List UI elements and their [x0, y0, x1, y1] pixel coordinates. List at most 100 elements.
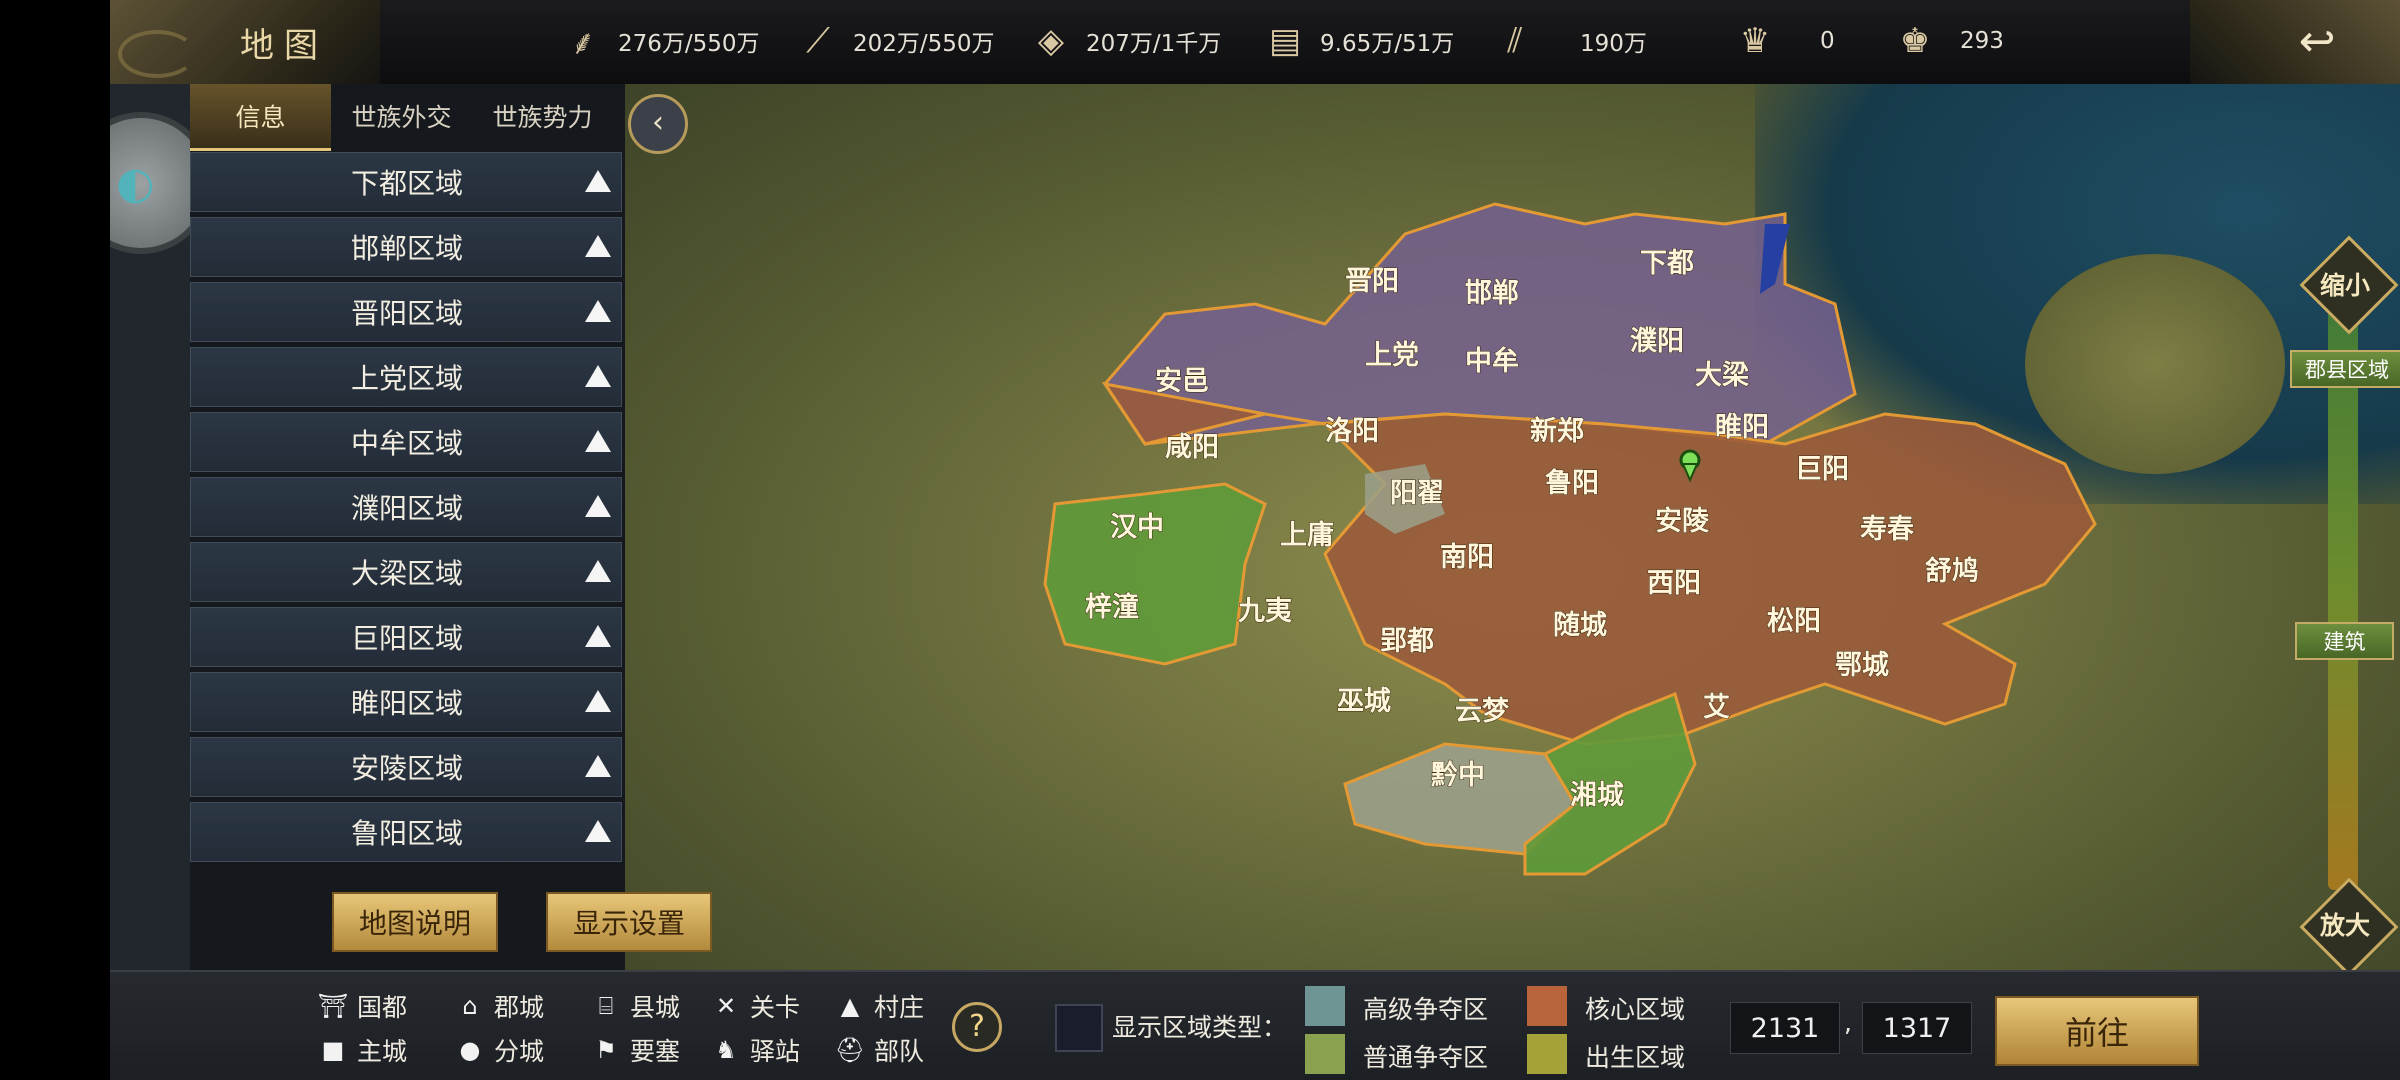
city-label[interactable]: 咸阳: [1165, 432, 1220, 464]
city-label[interactable]: 洛阳: [1325, 416, 1380, 448]
coord-y-input[interactable]: 1317: [1862, 1002, 1972, 1054]
zoom-tag-region[interactable]: 郡县区域: [2290, 350, 2400, 388]
legend-branch-city: ● 分城: [452, 1032, 545, 1068]
expand-triangle-icon[interactable]: [585, 560, 611, 582]
city-label[interactable]: 大梁: [1695, 360, 1750, 392]
collapse-panel-button[interactable]: ‹: [628, 94, 688, 154]
expand-triangle-icon[interactable]: [585, 430, 611, 452]
city-label[interactable]: 睢阳: [1715, 412, 1770, 444]
list-item[interactable]: 下都区域: [190, 152, 622, 212]
legend-pass: ✕ 关卡: [708, 988, 800, 1024]
expand-triangle-icon[interactable]: [585, 365, 611, 387]
city-label[interactable]: 寿春: [1860, 514, 1916, 546]
expand-triangle-icon[interactable]: [585, 300, 611, 322]
region-name: 濮阳区域: [351, 492, 464, 525]
region-name: 下都区域: [351, 167, 464, 200]
city-label[interactable]: 黔中: [1431, 759, 1486, 792]
list-item[interactable]: 巨阳区域: [190, 607, 622, 667]
city-label[interactable]: 南阳: [1440, 542, 1495, 574]
city-label[interactable]: 松阳: [1767, 606, 1822, 638]
city-label[interactable]: 下都: [1640, 248, 1695, 280]
pass-icon: ✕: [715, 992, 737, 1020]
grain-icon: ⸙: [570, 23, 596, 63]
legend-label: 村庄: [874, 993, 925, 1022]
city-label[interactable]: 九夷: [1238, 596, 1294, 628]
expand-triangle-icon[interactable]: [585, 625, 611, 647]
legend-prefecture: ⌂ 郡城: [452, 988, 544, 1024]
city-label[interactable]: 中牟: [1465, 345, 1520, 378]
map-help-button[interactable]: 地图说明: [332, 892, 498, 952]
region-name: 上党区域: [351, 362, 464, 395]
list-item[interactable]: 晋阳区域: [190, 282, 622, 342]
city-label[interactable]: 云梦: [1455, 696, 1510, 728]
wood-icon: ⟋: [806, 21, 830, 61]
resource-copper: ⫽ 190万: [1490, 16, 1647, 66]
display-settings-button[interactable]: 显示设置: [546, 892, 712, 952]
resource-grain-value: 276万/550万: [618, 31, 760, 57]
city-label[interactable]: 濮阳: [1630, 326, 1685, 358]
city-label[interactable]: 上庸: [1280, 519, 1335, 552]
city-label[interactable]: 巨阳: [1795, 454, 1850, 486]
back-button[interactable]: ↩: [2272, 20, 2362, 64]
region-green-west[interactable]: [1043, 482, 1267, 666]
city-label[interactable]: 梓潼: [1085, 591, 1140, 624]
swatch-core-region: [1527, 986, 1567, 1026]
swatch-normal-contest: [1305, 1034, 1345, 1074]
legend-main-city: ■ 主城: [315, 1032, 407, 1068]
expand-triangle-icon[interactable]: [585, 820, 611, 842]
title-plate: 地图: [110, 0, 380, 84]
expand-triangle-icon[interactable]: [585, 755, 611, 777]
zoom-in-button[interactable]: 缩小: [2305, 266, 2385, 302]
city-label[interactable]: 湘城: [1570, 780, 1625, 812]
city-label[interactable]: 艾: [1703, 692, 1731, 724]
list-item[interactable]: 中牟区域: [190, 412, 622, 472]
region-list[interactable]: 下都区域 邯郸区域 晋阳区域 上党区域 中牟区域 濮阳区域 大梁区域 巨阳区域 …: [190, 152, 622, 932]
tab-info[interactable]: 信息: [190, 84, 331, 151]
prefecture-icon: ⌂: [462, 992, 478, 1020]
expand-triangle-icon[interactable]: [585, 170, 611, 192]
city-label[interactable]: 邯郸: [1465, 278, 1520, 310]
city-label[interactable]: 鲁阳: [1545, 468, 1600, 500]
list-item[interactable]: 上党区域: [190, 347, 622, 407]
coord-x-input[interactable]: 2131: [1730, 1002, 1840, 1054]
tab-clan-diplomacy[interactable]: 世族外交: [331, 84, 472, 148]
city-label[interactable]: 新郑: [1530, 415, 1585, 448]
city-label[interactable]: 随城: [1553, 610, 1608, 642]
show-region-type-label: 显示区域类型：: [1112, 1013, 1288, 1042]
city-label[interactable]: 上党: [1365, 340, 1420, 372]
tab-clan-power[interactable]: 世族势力: [472, 84, 613, 148]
list-item[interactable]: 安陵区域: [190, 737, 622, 797]
resource-silver-value: 293: [1960, 28, 2004, 54]
compass-icon: ◐: [116, 158, 155, 209]
list-item[interactable]: 邯郸区域: [190, 217, 622, 277]
city-label[interactable]: 安邑: [1155, 366, 1210, 398]
return-arrow-icon: ↩: [2298, 16, 2336, 67]
city-label[interactable]: 鄂城: [1835, 650, 1890, 682]
city-label[interactable]: 晋阳: [1345, 266, 1400, 298]
show-region-type-toggle[interactable]: [1055, 1004, 1103, 1052]
fortress-icon: ⚑: [595, 1036, 617, 1064]
city-label[interactable]: 巫城: [1337, 686, 1392, 718]
city-label[interactable]: 郢都: [1380, 626, 1435, 658]
list-item[interactable]: 睢阳区域: [190, 672, 622, 732]
expand-triangle-icon[interactable]: [585, 495, 611, 517]
world-map[interactable]: 晋阳 邯郸 下都 上党 中牟 濮阳 大梁 安邑 洛阳 新郑 睢阳 咸阳 阳翟 鲁…: [625, 84, 2400, 970]
zoom-out-button[interactable]: 放大: [2305, 906, 2385, 942]
zoom-tag-build[interactable]: 建筑: [2295, 622, 2394, 660]
list-item[interactable]: 濮阳区域: [190, 477, 622, 537]
city-label[interactable]: 舒鸠: [1925, 555, 1980, 588]
expand-triangle-icon[interactable]: [585, 235, 611, 257]
legend-fortress: ⚑ 要塞: [588, 1032, 680, 1068]
capital-icon: ⛩: [317, 992, 349, 1020]
list-item[interactable]: 大梁区域: [190, 542, 622, 602]
city-label[interactable]: 阳翟: [1390, 478, 1445, 510]
list-item[interactable]: 鲁阳区域: [190, 802, 622, 862]
help-button[interactable]: ?: [952, 1002, 1002, 1052]
go-button[interactable]: 前往: [1995, 996, 2199, 1066]
city-label[interactable]: 汉中: [1110, 512, 1165, 544]
region-name: 睢阳区域: [351, 687, 464, 720]
city-label[interactable]: 西阳: [1647, 568, 1702, 600]
city-label[interactable]: 安陵: [1655, 506, 1711, 538]
expand-triangle-icon[interactable]: [585, 690, 611, 712]
region-name: 中牟区域: [351, 427, 464, 460]
